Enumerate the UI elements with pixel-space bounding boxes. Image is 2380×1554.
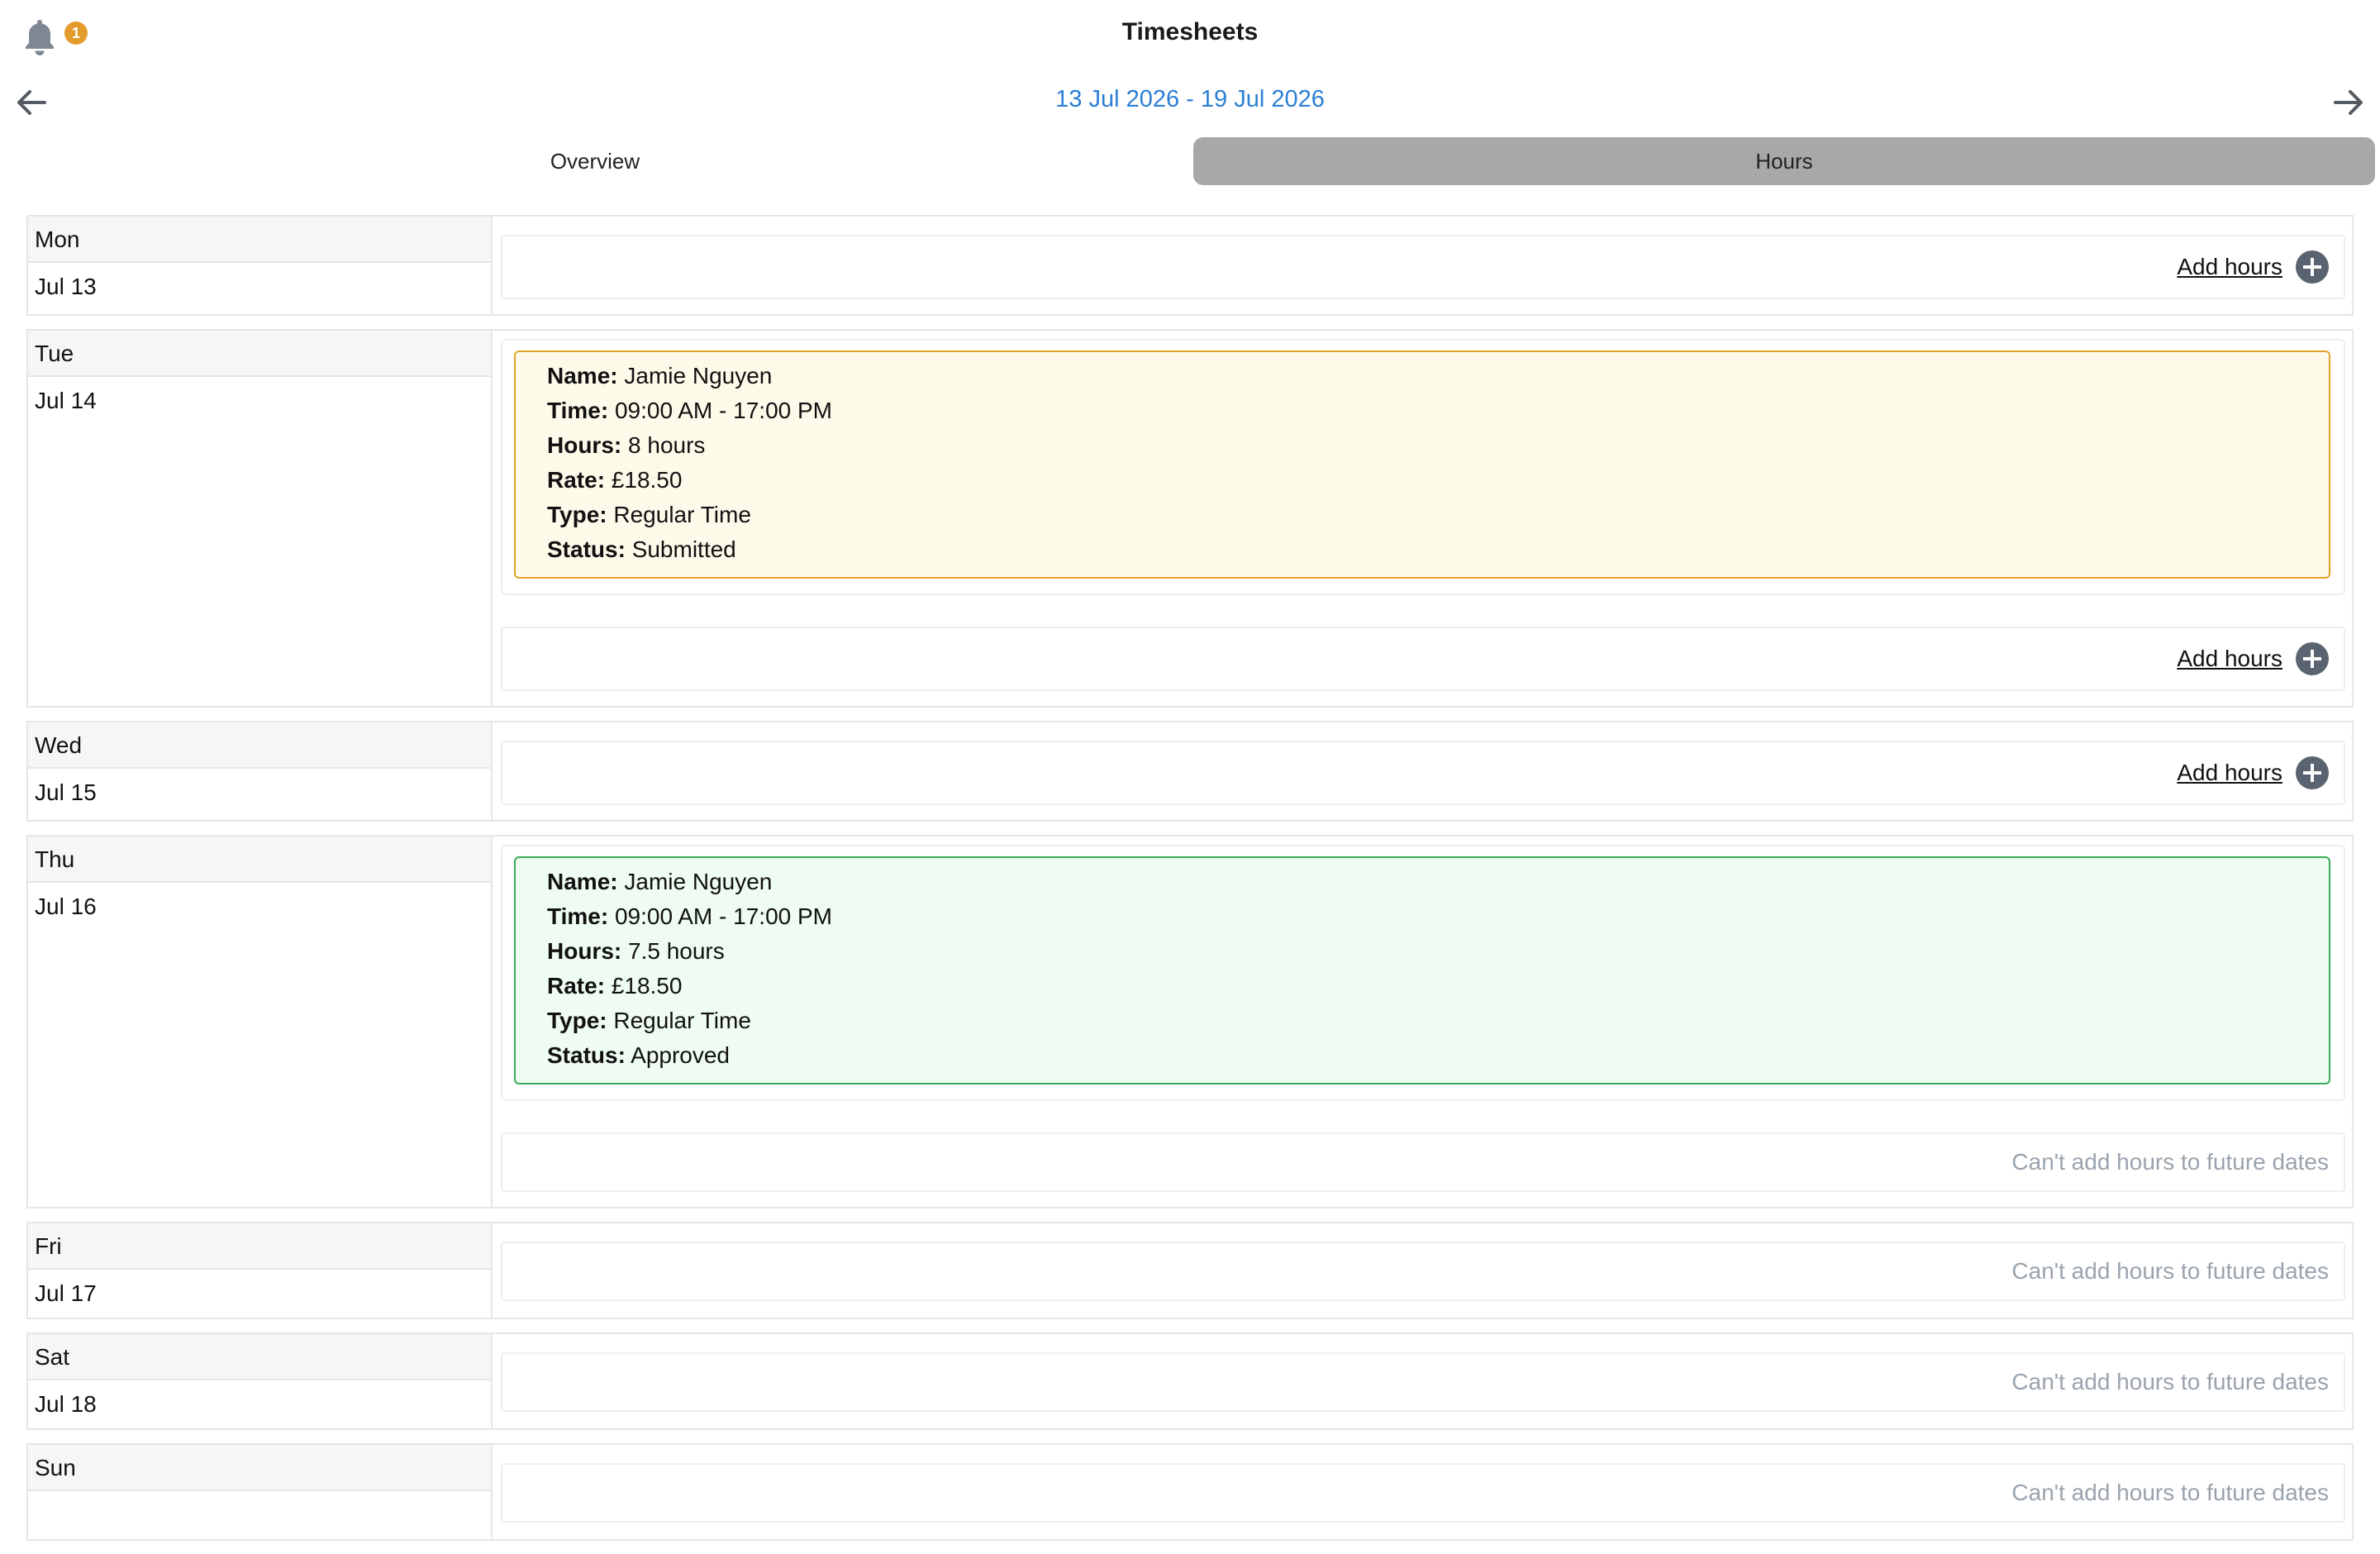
entry-name: Name: Jamie Nguyen [547,363,773,388]
add-hours-link[interactable]: Add hours [2177,760,2282,786]
tab-overview[interactable]: Overview [0,137,1190,185]
day-label: Thu Jul 16 [28,837,493,1207]
day-list: Mon Jul 13 Add hours Tue Jul 14 Name: Ja… [26,215,2354,1554]
timesheet-entry[interactable]: Name: Jamie Nguyen Time: 09:00 AM - 17:0… [501,339,2345,595]
entry-hours: Hours: 8 hours [547,432,706,458]
day-date: Jul 18 [35,1391,97,1417]
add-hours-button[interactable]: Add hours [2177,642,2329,675]
tab-hours[interactable]: Hours [1193,137,2375,185]
day-row-sun: Sun Can't add hours to future dates [26,1443,2354,1541]
future-date-notice: Can't add hours to future dates [2011,1369,2329,1394]
day-content: Name: Jamie Nguyen Time: 09:00 AM - 17:0… [493,331,2352,706]
add-hours-row: Add hours [501,741,2345,805]
day-date: Jul 15 [35,779,97,805]
week-navigation: 13 Jul 2026 - 19 Jul 2026 [0,78,2380,127]
future-date-row: Can't add hours to future dates [501,1132,2345,1192]
future-date-notice: Can't add hours to future dates [2011,1149,2329,1175]
day-row-mon: Mon Jul 13 Add hours [26,215,2354,316]
day-name: Tue [28,331,491,377]
future-date-notice: Can't add hours to future dates [2011,1258,2329,1284]
app-header: 1 Timesheets [0,0,2380,69]
day-name: Sat [28,1334,491,1380]
entry-type: Type: Regular Time [547,502,751,527]
day-name: Sun [28,1445,491,1491]
future-date-row: Can't add hours to future dates [501,1352,2345,1412]
plus-circle-icon[interactable] [2296,642,2329,675]
day-content: Can't add hours to future dates [493,1445,2352,1539]
page-title: Timesheets [1121,18,1259,45]
entry-type: Type: Regular Time [547,1008,751,1033]
day-row-fri: Fri Jul 17 Can't add hours to future dat… [26,1222,2354,1319]
entry-rate: Rate: £18.50 [547,467,683,493]
day-name: Fri [28,1223,491,1270]
timesheet-entry[interactable]: Name: Jamie Nguyen Time: 09:00 AM - 17:0… [501,845,2345,1101]
arrow-right-icon [2334,90,2363,115]
add-hours-row: Add hours [501,235,2345,299]
entry-time: Time: 09:00 AM - 17:00 PM [547,903,832,929]
day-row-thu: Thu Jul 16 Name: Jamie Nguyen Time: 09:0… [26,835,2354,1208]
day-date: Jul 13 [35,274,97,299]
entry-rate: Rate: £18.50 [547,973,683,999]
entry-hours: Hours: 7.5 hours [547,938,725,964]
add-hours-button[interactable]: Add hours [2177,250,2329,284]
day-label: Tue Jul 14 [28,331,493,706]
day-content: Name: Jamie Nguyen Time: 09:00 AM - 17:0… [493,837,2352,1207]
day-date: Jul 14 [35,388,97,413]
day-row-wed: Wed Jul 15 Add hours [26,721,2354,822]
day-row-tue: Tue Jul 14 Name: Jamie Nguyen Time: 09:0… [26,329,2354,708]
entry-card-approved[interactable]: Name: Jamie Nguyen Time: 09:00 AM - 17:0… [514,856,2330,1084]
day-row-sat: Sat Jul 18 Can't add hours to future dat… [26,1332,2354,1430]
day-date: Jul 17 [35,1280,97,1306]
day-date [28,1491,491,1539]
day-label: Mon Jul 13 [28,217,493,314]
day-date: Jul 16 [35,894,97,919]
add-hours-link[interactable]: Add hours [2177,254,2282,280]
week-range-label[interactable]: 13 Jul 2026 - 19 Jul 2026 [0,86,2380,113]
entry-name: Name: Jamie Nguyen [547,869,773,894]
entry-status: Status: Approved [547,1042,731,1068]
view-tabs: Overview Hours [0,137,2380,187]
add-hours-link[interactable]: Add hours [2177,646,2282,672]
day-name: Wed [28,722,491,769]
plus-circle-icon[interactable] [2296,250,2329,284]
day-name: Thu [28,837,491,883]
day-content: Add hours [493,217,2352,314]
add-hours-button[interactable]: Add hours [2177,756,2329,789]
day-label: Fri Jul 17 [28,1223,493,1318]
entry-status: Status: Submitted [547,536,736,562]
day-content: Add hours [493,722,2352,820]
entry-card-submitted[interactable]: Name: Jamie Nguyen Time: 09:00 AM - 17:0… [514,350,2330,579]
future-date-row: Can't add hours to future dates [501,1242,2345,1301]
day-content: Can't add hours to future dates [493,1334,2352,1428]
day-content: Can't add hours to future dates [493,1223,2352,1318]
day-label: Sat Jul 18 [28,1334,493,1428]
day-label: Wed Jul 15 [28,722,493,820]
future-date-notice: Can't add hours to future dates [2011,1480,2329,1505]
day-label: Sun [28,1445,493,1539]
add-hours-row: Add hours [501,627,2345,691]
day-name: Mon [28,217,491,263]
next-week-button[interactable] [2329,83,2368,122]
future-date-row: Can't add hours to future dates [501,1463,2345,1523]
entry-time: Time: 09:00 AM - 17:00 PM [547,398,832,423]
plus-circle-icon[interactable] [2296,756,2329,789]
